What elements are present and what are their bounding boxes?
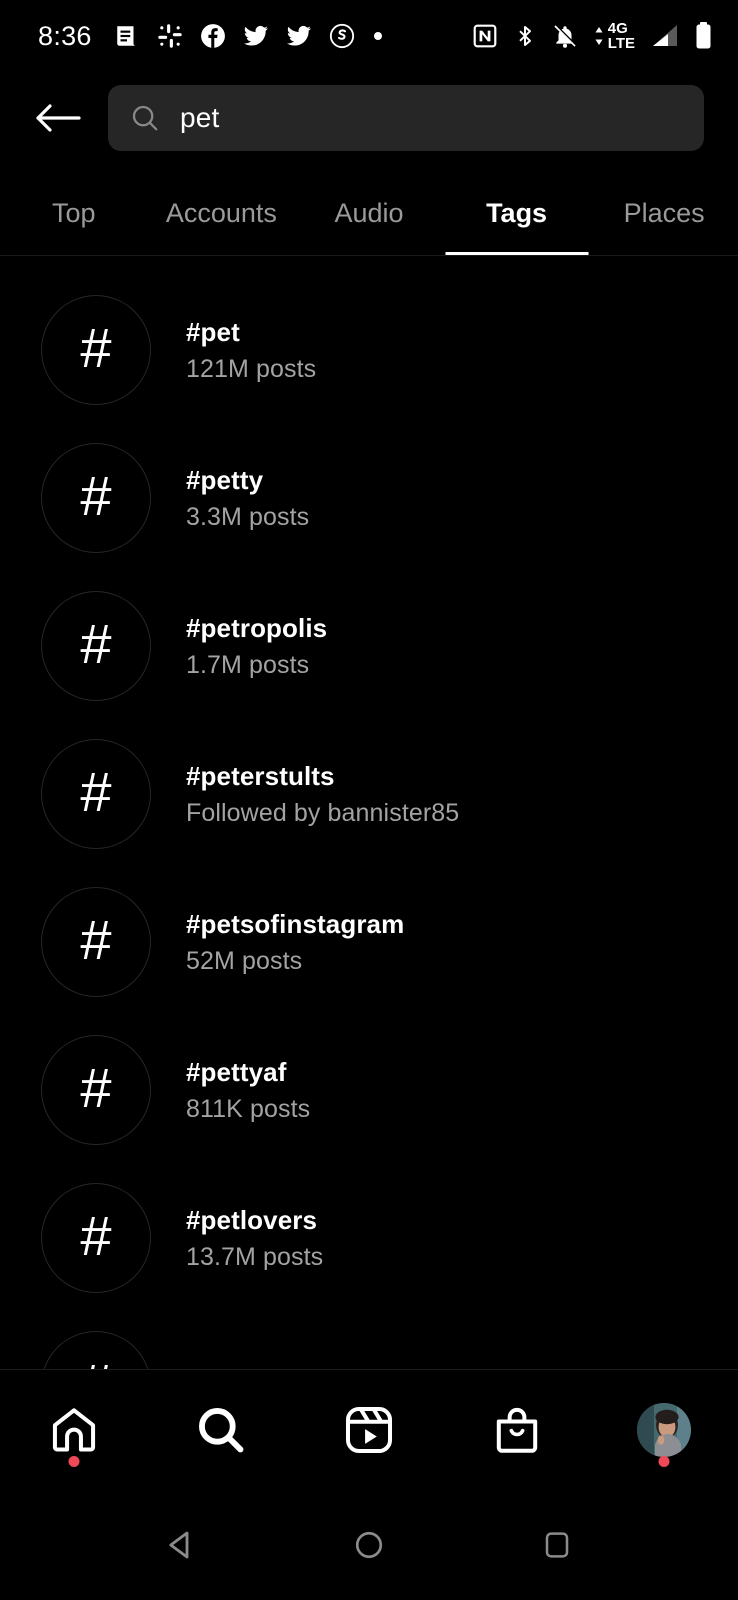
bottom-navigation xyxy=(0,1369,738,1489)
battery-icon xyxy=(696,22,711,49)
list-item-subtitle: 811K posts xyxy=(186,1094,311,1123)
news-icon xyxy=(117,26,136,46)
list-item-subtitle: 13.7M posts xyxy=(186,1242,324,1271)
home-badge xyxy=(68,1456,80,1467)
list-item-text: #petsofinstagram 52M posts xyxy=(186,909,404,976)
signal-icon xyxy=(329,23,354,49)
list-item-subtitle: 3.3M posts xyxy=(186,502,310,531)
hashtag-avatar: # xyxy=(41,1183,151,1293)
search-results-list[interactable]: # #pet 121M posts # #petty 3.3M posts # … xyxy=(0,276,738,1369)
list-item-subtitle: 1.7M posts xyxy=(186,650,310,679)
list-item[interactable]: # #petlovers 13.7M posts xyxy=(0,1164,738,1312)
back-triangle-icon xyxy=(169,1531,189,1558)
system-status-icons: 4G LTE xyxy=(472,21,712,51)
bluetooth-icon xyxy=(519,26,531,46)
hashtag-avatar: # xyxy=(41,591,151,701)
nav-home[interactable] xyxy=(0,1370,148,1489)
mobile-data-icon: 4G LTE xyxy=(593,21,635,51)
list-item[interactable]: # #pet 121M posts xyxy=(0,276,738,424)
search-tabs: Top Accounts Audio Tags Places xyxy=(0,164,738,256)
hashtag-avatar: # xyxy=(41,443,151,553)
list-item[interactable]: # #petsofinstagram 52M posts xyxy=(0,868,738,1016)
nav-search[interactable] xyxy=(148,1370,296,1489)
home-icon xyxy=(52,1407,95,1452)
list-item-title: #peterstults xyxy=(186,760,335,791)
list-item[interactable]: # #petropolis 1.7M posts xyxy=(0,572,738,720)
network-type-line1: 4G xyxy=(607,20,628,37)
data-arrows-icon xyxy=(595,27,603,45)
list-item-text: #petlovers 13.7M posts xyxy=(186,1205,323,1272)
tab-accounts[interactable]: Accounts xyxy=(148,198,296,255)
facebook-icon xyxy=(200,24,225,48)
list-item-title: #pet xyxy=(186,316,240,347)
list-item-text: #petty 3.3M posts xyxy=(186,465,309,532)
back-button[interactable] xyxy=(30,90,86,146)
android-back-button[interactable] xyxy=(153,1517,209,1573)
status-bar: 8:36 4G LTE xyxy=(0,0,738,72)
list-item-title: #petropolis xyxy=(186,612,328,643)
search-input-value: pet xyxy=(180,102,220,133)
hashtag-icon: # xyxy=(80,1056,112,1119)
hashtag-icon: # xyxy=(80,760,112,823)
twitter-icon xyxy=(243,25,268,46)
signal-bars-icon xyxy=(653,25,677,46)
hashtag-avatar: # xyxy=(41,739,151,849)
search-icon xyxy=(199,1407,244,1452)
hashtag-avatar: # xyxy=(41,295,151,405)
list-item[interactable]: # xyxy=(0,1312,738,1369)
list-item-text: #pettyaf 811K posts xyxy=(186,1057,310,1124)
list-item-title: #petsofinstagram xyxy=(186,908,405,939)
network-type-line2: LTE xyxy=(607,35,635,52)
list-item-subtitle: Followed by bannister85 xyxy=(186,798,460,827)
slack-icon xyxy=(158,24,182,48)
hashtag-icon: # xyxy=(80,612,112,675)
list-item-subtitle: 121M posts xyxy=(186,354,317,383)
tab-places[interactable]: Places xyxy=(590,198,738,255)
android-navigation-bar xyxy=(0,1489,738,1600)
hashtag-icon: # xyxy=(80,464,112,527)
android-home-button[interactable] xyxy=(341,1517,397,1573)
list-item[interactable]: # #peterstults Followed by bannister85 xyxy=(0,720,738,868)
hashtag-avatar: # xyxy=(41,887,151,997)
list-item-title: #petty xyxy=(186,464,264,495)
search-header: pet xyxy=(0,72,738,164)
notification-icons xyxy=(114,23,384,49)
android-recents-button[interactable] xyxy=(529,1517,585,1573)
dot-icon xyxy=(373,32,382,40)
list-item-text: #petropolis 1.7M posts xyxy=(186,613,327,680)
hashtag-avatar: # xyxy=(41,1331,151,1369)
avatar xyxy=(637,1402,692,1457)
back-arrow-icon xyxy=(36,104,81,132)
hashtag-icon: # xyxy=(80,1204,112,1267)
home-circle-icon xyxy=(355,1531,383,1558)
list-item-title: #pettyaf xyxy=(186,1056,287,1087)
search-icon xyxy=(132,105,158,131)
nav-reels[interactable] xyxy=(295,1370,443,1489)
profile-badge xyxy=(658,1456,670,1467)
list-item[interactable]: # #pettyaf 811K posts xyxy=(0,1016,738,1164)
list-item-text: #pet 121M posts xyxy=(186,317,316,384)
notifications-muted-icon xyxy=(554,24,577,48)
list-item-subtitle: 52M posts xyxy=(186,946,303,975)
tab-audio[interactable]: Audio xyxy=(295,198,443,255)
twitter-icon xyxy=(286,25,311,46)
nav-shop[interactable] xyxy=(443,1370,591,1489)
list-item-title: #petlovers xyxy=(186,1204,318,1235)
list-item-text: #peterstults Followed by bannister85 xyxy=(186,761,459,828)
recents-square-icon xyxy=(545,1531,569,1558)
hashtag-icon: # xyxy=(80,1356,111,1370)
shop-bag-icon xyxy=(496,1407,537,1453)
reels-icon xyxy=(345,1406,393,1453)
nav-profile[interactable] xyxy=(590,1370,738,1489)
hashtag-icon: # xyxy=(80,908,112,971)
search-input[interactable]: pet xyxy=(108,85,704,151)
hashtag-avatar: # xyxy=(41,1035,151,1145)
tab-top[interactable]: Top xyxy=(0,198,148,255)
hashtag-icon: # xyxy=(80,316,112,379)
nfc-icon xyxy=(473,24,497,48)
tab-tags[interactable]: Tags xyxy=(443,198,591,255)
list-item[interactable]: # #petty 3.3M posts xyxy=(0,424,738,572)
avatar-photo-icon xyxy=(637,1402,692,1457)
status-clock: 8:36 xyxy=(38,20,92,51)
